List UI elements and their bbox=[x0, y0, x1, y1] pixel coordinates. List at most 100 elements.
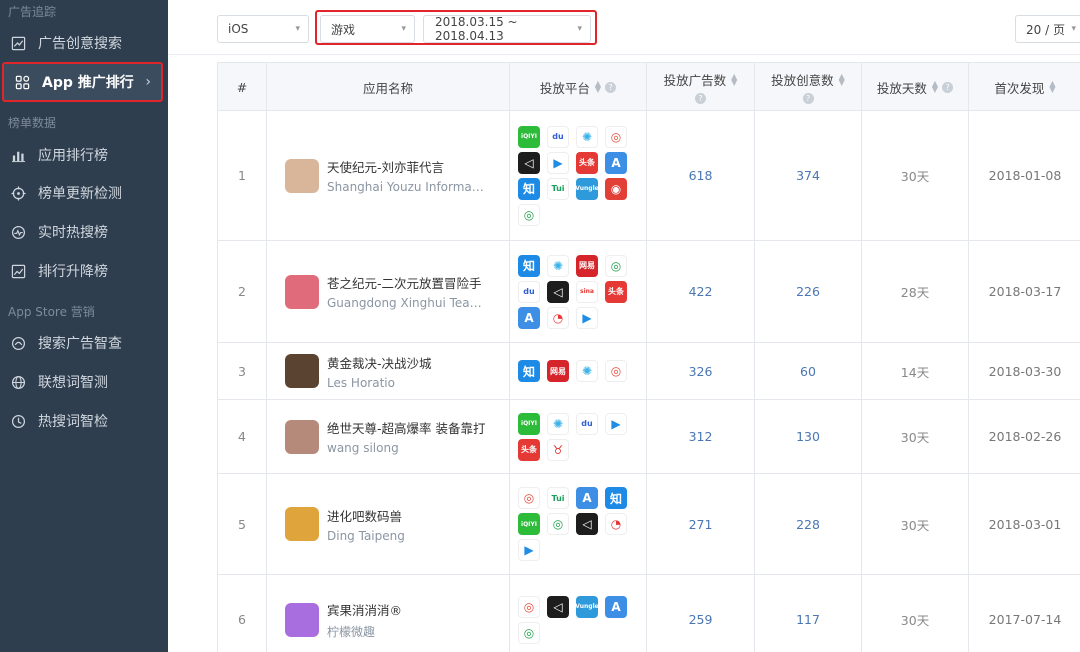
app-icon[interactable] bbox=[285, 507, 319, 541]
ad-count[interactable]: 326 bbox=[689, 364, 713, 379]
sohu-icon: ◉ bbox=[605, 177, 627, 200]
sort-icon[interactable]: ▲ ▼ bbox=[1049, 80, 1055, 94]
first-seen-date: 2018-03-30 bbox=[988, 363, 1062, 379]
ad-count[interactable]: 312 bbox=[689, 429, 713, 444]
tencent-icon: ◎ bbox=[518, 487, 540, 509]
col-days[interactable]: 投放天数 ▲ ▼? bbox=[862, 63, 969, 111]
app-name[interactable]: 苍之纪元-二次元放置冒险手 bbox=[327, 273, 487, 292]
cell-creatives: 130 bbox=[755, 400, 862, 473]
table-row[interactable]: 2 苍之纪元-二次元放置冒险手 Guangdong Xinghui Teamtop.… bbox=[218, 241, 1080, 343]
highlight-box bbox=[315, 10, 597, 45]
col-creatives[interactable]: 投放创意数 ▲ ▼? bbox=[755, 63, 862, 111]
sidebar-item-rank-movers[interactable]: 排行升降榜 bbox=[0, 252, 168, 290]
app-name[interactable]: 宾果消消消® bbox=[327, 600, 487, 619]
appstore-icon: A bbox=[576, 487, 598, 509]
table-row[interactable]: 5 进化吧数码兽 Ding Taipeng ◎ Tui A 知 iQIYI ◎ ◁ ◔ ▶ 271 228… bbox=[218, 474, 1080, 575]
sidebar-item-update-monitor[interactable]: 榜单更新检测 bbox=[0, 174, 168, 212]
table-row[interactable]: 1 天使纪元-刘亦菲代言 Shanghai Youzu Information...… bbox=[218, 111, 1080, 241]
app-icon[interactable] bbox=[285, 354, 319, 388]
creative-count[interactable]: 374 bbox=[796, 168, 820, 183]
ad-count[interactable]: 618 bbox=[689, 168, 713, 183]
app-developer: Ding Taipeng bbox=[327, 528, 405, 543]
days-count: 30天 bbox=[900, 430, 930, 445]
globe-icon bbox=[10, 374, 26, 390]
creative-count[interactable]: 228 bbox=[796, 517, 820, 532]
cell-days: 28天 bbox=[862, 241, 969, 342]
row-index: 5 bbox=[238, 516, 246, 532]
iqiyi-icon: iQIYI bbox=[518, 412, 540, 435]
help-icon[interactable]: ? bbox=[605, 81, 617, 93]
zhihu-icon: 知 bbox=[518, 360, 540, 382]
sidebar-item-app-ranking[interactable]: App 推广排行 › bbox=[2, 62, 163, 102]
app-name[interactable]: 黄金裁决-决战沙城 bbox=[327, 353, 487, 372]
table-row[interactable]: 4 绝世天尊-超高爆率 装备靠打 wang silong iQIYI ✺ du ▶ 头条 ♉ 31… bbox=[218, 400, 1080, 474]
sidebar-item-keyword-suggest[interactable]: 联想词智测 bbox=[0, 363, 168, 401]
sidebar-item-search-ads[interactable]: 搜索广告智查 bbox=[0, 324, 168, 362]
col-first-seen[interactable]: 首次发现 ▲ ▼ bbox=[969, 63, 1080, 111]
sidebar-item-creative-search[interactable]: 广告创意搜索 bbox=[0, 24, 168, 62]
cell-creatives: 60 bbox=[755, 343, 862, 399]
target-icon bbox=[10, 185, 26, 201]
cell-days: 30天 bbox=[862, 111, 969, 240]
ad-count[interactable]: 259 bbox=[689, 612, 713, 627]
creative-count[interactable]: 130 bbox=[796, 429, 820, 444]
app-icon[interactable] bbox=[285, 602, 319, 637]
cell-first-seen: 2018-03-17 bbox=[969, 241, 1080, 342]
platform-icon-grid: iQIYI ✺ du ▶ 头条 ♉ bbox=[518, 412, 627, 461]
app-name[interactable]: 绝世天尊-超高爆率 装备靠打 bbox=[327, 418, 487, 437]
sort-icon[interactable]: ▲ ▼ bbox=[595, 80, 601, 94]
row-index: 4 bbox=[238, 429, 246, 444]
sidebar-item-label: 榜单更新检测 bbox=[38, 186, 122, 202]
app-icon[interactable] bbox=[285, 158, 319, 193]
ad-count[interactable]: 422 bbox=[689, 284, 713, 299]
cell-first-seen: 2018-03-01 bbox=[969, 474, 1080, 574]
sidebar: 广告追踪 广告创意搜索 App 推广排行 › 榜单数据 应用排行榜 榜单更新检测… bbox=[0, 0, 168, 652]
sidebar-item-app-charts[interactable]: 应用排行榜 bbox=[0, 136, 168, 174]
app-name[interactable]: 进化吧数码兽 bbox=[327, 506, 487, 525]
first-seen-date: 2018-01-08 bbox=[988, 168, 1062, 183]
help-icon[interactable]: ? bbox=[942, 81, 954, 93]
col-ads[interactable]: 投放广告数 ▲ ▼? bbox=[647, 63, 755, 111]
first-seen-date: 2018-02-26 bbox=[988, 429, 1062, 444]
col-creatives-label: 投放创意数 bbox=[771, 73, 834, 88]
first-seen-date: 2018-03-01 bbox=[988, 516, 1062, 532]
platform-select[interactable]: iOS ▾ bbox=[217, 15, 309, 43]
chevron-down-icon: ▾ bbox=[1071, 24, 1076, 34]
search-ad-icon bbox=[10, 335, 26, 351]
sort-icon[interactable]: ▲ ▼ bbox=[932, 80, 938, 94]
sort-icon[interactable]: ▲ ▼ bbox=[731, 73, 737, 87]
pinwheel-icon: ✺ bbox=[547, 254, 569, 277]
sidebar-item-label: 联想词智测 bbox=[38, 375, 108, 391]
days-count: 30天 bbox=[900, 169, 930, 184]
table-row[interactable]: 3 黄金裁决-决战沙城 Les Horatio 知网易 ✺ ◎ 326 60 14天 2018-0… bbox=[218, 343, 1080, 400]
unity-icon: ◁ bbox=[518, 151, 540, 174]
page-size-select[interactable]: 20 / 页 ▾ bbox=[1015, 15, 1080, 43]
bull-icon: ♉ bbox=[547, 438, 569, 461]
unity-icon: ◁ bbox=[576, 513, 598, 535]
creative-count[interactable]: 226 bbox=[796, 284, 820, 299]
baidu-icon: du bbox=[518, 280, 540, 303]
help-icon[interactable]: ? bbox=[802, 93, 814, 104]
table-row[interactable]: 6 宾果消消消® 柠檬微趣 ◎ ◁ Vungle A ◎ 259 117 30天 2017-07-14 bbox=[218, 575, 1080, 652]
clock-icon bbox=[10, 413, 26, 429]
app-name[interactable]: 天使纪元-刘亦菲代言 bbox=[327, 157, 487, 176]
cell-index: 6 bbox=[218, 575, 267, 652]
unity-icon: ◁ bbox=[547, 280, 569, 303]
youku-icon: ▶ bbox=[547, 151, 569, 174]
app-icon[interactable] bbox=[285, 419, 319, 454]
creative-count[interactable]: 60 bbox=[800, 364, 816, 379]
cell-ads: 326 bbox=[647, 343, 755, 399]
weibo-icon: ◔ bbox=[547, 306, 569, 329]
col-platform[interactable]: 投放平台 ▲ ▼? bbox=[510, 63, 647, 111]
creative-count[interactable]: 117 bbox=[796, 612, 820, 627]
ad-count[interactable]: 271 bbox=[689, 517, 713, 532]
app-icon[interactable] bbox=[285, 274, 319, 309]
tencent2-icon: ◎ bbox=[547, 513, 569, 535]
sort-icon[interactable]: ▲ ▼ bbox=[839, 73, 845, 87]
sidebar-item-hot-keyword-check[interactable]: 热搜词智检 bbox=[0, 402, 168, 440]
cell-days: 30天 bbox=[862, 474, 969, 574]
app-developer: Guangdong Xinghui Teamtop... bbox=[327, 296, 487, 310]
cell-creatives: 117 bbox=[755, 575, 862, 652]
sidebar-item-hot-search[interactable]: 实时热搜榜 bbox=[0, 213, 168, 251]
help-icon[interactable]: ? bbox=[695, 93, 706, 104]
